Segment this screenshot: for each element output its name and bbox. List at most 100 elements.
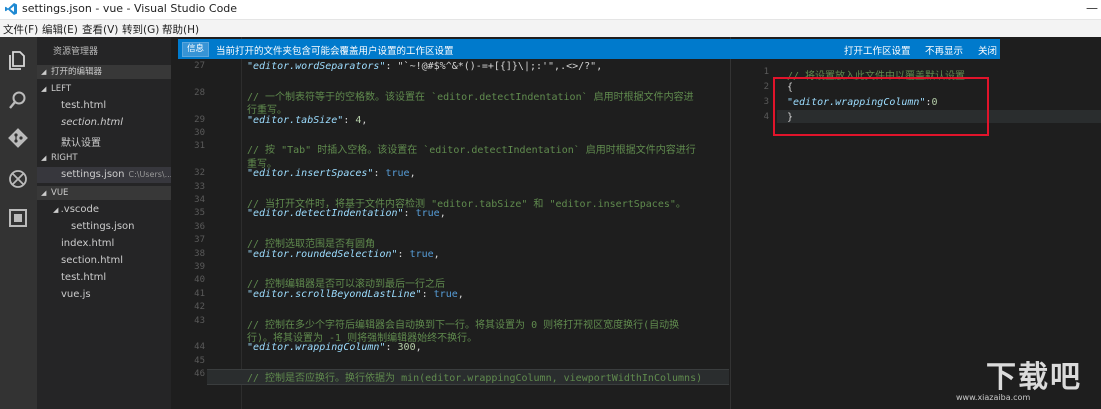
line-number: 1 [763, 67, 769, 77]
line-number: 43 [194, 315, 205, 326]
code-line: "editor.roundedSelection": true, [247, 249, 440, 260]
menu-bar: 文件(F) 编辑(E) 查看(V) 转到(G) 帮助(H) [0, 20, 1101, 37]
code-token: "editor.scrollBeyondLastLine" [247, 288, 422, 300]
group-right[interactable]: ◢ RIGHT [37, 151, 171, 165]
section-open-editors[interactable]: ◢ 打开的编辑器 [37, 65, 171, 79]
section-open-editors-label: 打开的编辑器 [51, 67, 103, 77]
default-settings-editor[interactable]: 27 "editor.wordSeparators": "`~!@#$%^&*()… [171, 37, 729, 409]
file-path: C:\Users\... [128, 170, 171, 179]
code-token: "editor.wordSeparators" [247, 61, 386, 72]
code-token: : [421, 288, 434, 300]
group-left[interactable]: ◢ LEFT [37, 82, 171, 96]
tree-test-html[interactable]: test.html [61, 272, 106, 283]
section-vue-label: VUE [51, 188, 69, 198]
menu-help[interactable]: 帮助(H) [162, 22, 199, 37]
code-token: 300 [397, 342, 416, 354]
open-editor-section-html[interactable]: section.html [61, 117, 123, 128]
line-number: 27 [194, 61, 205, 71]
line-number: 45 [194, 355, 205, 366]
code-line: "editor.wrappingColumn": 300, [247, 342, 422, 353]
activity-bar [0, 37, 37, 409]
extensions-icon[interactable] [7, 207, 29, 229]
chevron-down-icon: ◢ [53, 206, 61, 214]
line-number: 29 [194, 114, 205, 125]
open-workspace-settings-button[interactable]: 打开工作区设置 [844, 43, 911, 57]
watermark-logo: 下载吧 www.xiazaiba.com [946, 352, 1096, 402]
menu-view[interactable]: 查看(V) [82, 22, 118, 37]
line-number: 30 [194, 128, 205, 138]
code-token: : "`~!@#$%^&*()-=+[{]}\|;:'",.<>/?", [385, 61, 603, 72]
menu-file[interactable]: 文件(F) [3, 22, 38, 37]
code-line: "editor.detectIndentation": true, [247, 208, 446, 219]
code-token: : [403, 208, 416, 220]
tree-section-html[interactable]: section.html [61, 255, 123, 266]
line-number: 3 [763, 97, 769, 107]
chevron-down-icon: ◢ [41, 154, 47, 162]
line-number: 46 [194, 369, 205, 380]
line-number: 31 [194, 141, 205, 152]
menu-goto[interactable]: 转到(G) [122, 22, 159, 37]
code-token: "editor.tabSize" [247, 114, 344, 126]
code-token: : [343, 114, 356, 126]
indent-guide [241, 37, 242, 409]
line-number: 38 [194, 248, 205, 259]
code-token: , [457, 288, 464, 300]
code-token: true [415, 208, 440, 220]
info-badge: 信息 [182, 42, 210, 57]
code-token: true [385, 168, 410, 180]
section-vue[interactable]: ◢ VUE [37, 186, 171, 200]
title-bar: settings.json - vue - Visual Studio Code… [0, 0, 1101, 20]
window-title: settings.json - vue - Visual Studio Code [22, 2, 238, 15]
line-number: 39 [194, 262, 205, 272]
code-line: "editor.insertSpaces": true, [247, 168, 416, 179]
tree-vue-js[interactable]: vue.js [61, 289, 91, 300]
line-number: 4 [763, 112, 769, 122]
tree-settings-json[interactable]: settings.json [71, 221, 135, 232]
highlight-box [773, 77, 989, 136]
code-token: , [433, 248, 440, 260]
open-editor-settings-json[interactable]: settings.json C:\Users\... [37, 167, 171, 183]
explorer-header: 资源管理器 [53, 47, 99, 57]
code-token: // 一个制表符等于的空格数。该设置在 `editor.detectIndent… [247, 91, 694, 103]
code-token: true [409, 248, 434, 260]
chevron-down-icon: ◢ [41, 189, 47, 197]
folder-vscode-label: .vscode [60, 204, 100, 215]
watermark-url: www.xiazaiba.com [956, 393, 1031, 402]
files-explorer-icon[interactable] [7, 49, 29, 71]
code-token: , [415, 342, 422, 354]
line-number: 42 [194, 302, 205, 313]
menu-edit[interactable]: 编辑(E) [42, 22, 78, 37]
watermark-text: 下载吧 [986, 360, 1082, 395]
tree-index-html[interactable]: index.html [61, 238, 114, 249]
open-editor-settings-json-label: settings.json [61, 169, 125, 180]
minimize-icon[interactable]: — [1086, 1, 1098, 15]
explorer-sidebar: 资源管理器 ◢ 打开的编辑器 ◢ LEFT test.html section.… [37, 37, 171, 409]
folder-vscode[interactable]: ◢ .vscode [53, 204, 99, 215]
chevron-down-icon: ◢ [41, 68, 47, 76]
code-line: // 控制是否应换行。换行依据为 min(editor.wrappingColu… [247, 369, 702, 384]
line-number: 34 [194, 195, 205, 205]
code-line: "editor.scrollBeyondLastLine": true, [247, 289, 464, 300]
line-number: 41 [194, 288, 205, 299]
open-editor-test-html[interactable]: test.html [61, 100, 106, 111]
line-number: 40 [194, 275, 205, 286]
code-token: , [361, 114, 368, 126]
line-number: 33 [194, 181, 205, 192]
search-icon[interactable] [7, 89, 29, 111]
code-token: "editor.detectIndentation" [247, 208, 404, 220]
code-token: "editor.roundedSelection" [247, 248, 398, 260]
close-button[interactable]: 关闭 [978, 43, 997, 57]
debug-icon[interactable] [7, 168, 29, 190]
code-line: // 一个制表符等于的空格数。该设置在 `editor.detectIndent… [247, 88, 694, 103]
dont-show-again-button[interactable]: 不再显示 [925, 43, 963, 57]
line-number: 28 [194, 87, 205, 98]
code-token: // 按 "Tab" 时插入空格。该设置在 `editor.detectInde… [247, 145, 696, 157]
code-line: "editor.wordSeparators": "`~!@#$%^&*()-=… [247, 61, 602, 72]
open-editor-default-settings[interactable]: 默认设置 [61, 134, 101, 149]
git-icon[interactable] [7, 127, 29, 149]
code-token: , [439, 208, 446, 220]
code-token: : [373, 168, 386, 180]
notification-message: 当前打开的文件夹包含可能会覆盖用户设置的工作区设置 [216, 46, 454, 57]
code-token: "editor.wrappingColumn" [247, 342, 386, 354]
code-token: "editor.insertSpaces" [247, 168, 374, 180]
